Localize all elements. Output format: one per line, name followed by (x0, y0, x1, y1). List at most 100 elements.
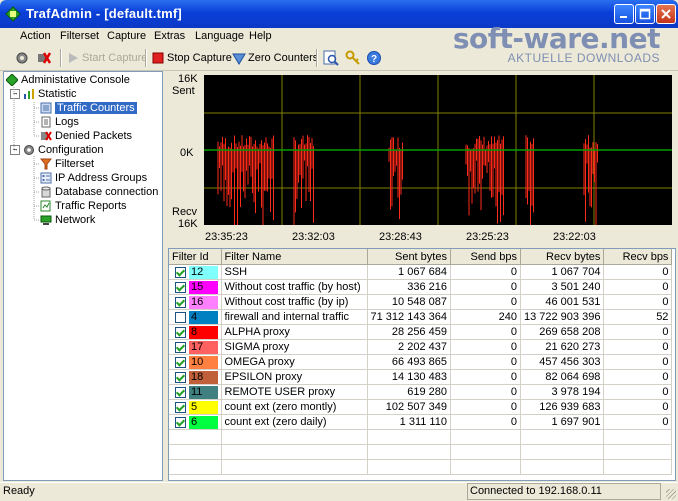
empty-row (169, 459, 673, 475)
console-tree: Administative Console − Statistic Traffi… (3, 71, 163, 481)
maximize-button[interactable] (635, 4, 655, 24)
filter-id: 10 (189, 355, 218, 369)
table-row[interactable]: 15 Without cost traffic (by host) 336 216 0… (169, 279, 673, 295)
recv-bps-cell: 0 (603, 354, 673, 370)
table-row[interactable]: 5 count ext (zero montly) 102 507 349 0 126 … (169, 399, 673, 415)
send-bps-cell: 0 (450, 279, 521, 295)
key-icon (345, 50, 360, 65)
empty-row (169, 444, 673, 460)
zero-counters-button[interactable]: Zero Counters (232, 48, 318, 68)
x-tick: 23:35:23 (205, 231, 248, 243)
send-bps-cell: 0 (450, 414, 521, 430)
table-row[interactable]: 12 SSH 1 067 684 0 1 067 704 0 (169, 264, 673, 280)
help-icon: ? (367, 51, 381, 65)
recv-bps-cell: 0 (603, 264, 673, 280)
table-row[interactable]: 4 firewall and internal traffic 71 312 143… (169, 309, 673, 325)
table-row[interactable]: 17 SIGMA proxy 2 202 437 0 21 620 273 0 (169, 339, 673, 355)
recv-bytes-cell: 13 722 903 396 (520, 309, 605, 325)
table-row[interactable]: 8 ALPHA proxy 28 256 459 0 269 658 208 0 (169, 324, 673, 340)
filter-id-cell: 6 (169, 414, 222, 430)
column-header-recv-bps[interactable]: Recv bps (603, 249, 673, 265)
recv-bps-cell: 0 (603, 369, 673, 385)
close-button[interactable] (656, 4, 676, 24)
stop-capture-button[interactable]: Stop Capture (151, 48, 232, 68)
sent-bytes-cell: 102 507 349 (367, 399, 451, 415)
recv-bytes-cell: 1 697 901 (520, 414, 605, 430)
help-button[interactable]: ? (366, 48, 382, 68)
x-tick: 23:22:03 (553, 231, 596, 243)
filter-table-panel: Filter Id Filter Name Sent bytes Send bp… (168, 248, 676, 481)
enable-checkbox[interactable] (175, 326, 186, 338)
report-search-icon (323, 50, 339, 66)
start-capture-button[interactable]: Start Capture (66, 48, 147, 68)
enable-checkbox[interactable] (175, 401, 186, 413)
filter-name-cell: REMOTE USER proxy (221, 384, 368, 400)
settings-button[interactable] (14, 48, 30, 68)
filter-name-cell: SSH (221, 264, 368, 280)
enable-checkbox[interactable] (175, 341, 186, 353)
recv-bytes-cell: 21 620 273 (520, 339, 605, 355)
recv-bytes-cell: 46 001 531 (520, 294, 605, 310)
table-row[interactable]: 10 OMEGA proxy 66 493 865 0 457 456 303 0 (169, 354, 673, 370)
table-header-row: Filter Id Filter Name Sent bytes Send bp… (169, 249, 673, 265)
enable-checkbox[interactable] (175, 311, 186, 323)
minimize-icon (620, 16, 627, 18)
play-icon (69, 53, 78, 63)
column-header-send-bps[interactable]: Send bps (450, 249, 521, 265)
menu-extras[interactable]: Extras (154, 30, 185, 42)
column-header-filter-name[interactable]: Filter Name (221, 249, 368, 265)
recv-bps-cell: 0 (603, 384, 673, 400)
filter-id: 11 (189, 385, 218, 399)
menu-language[interactable]: Language (195, 30, 244, 42)
sent-bytes-cell: 2 202 437 (367, 339, 451, 355)
recv-bps-cell: 0 (603, 294, 673, 310)
menu-help[interactable]: Help (249, 30, 272, 42)
menu-capture[interactable]: Capture (107, 30, 146, 42)
table-row[interactable]: 16 Without cost traffic (by ip) 10 548 087… (169, 294, 673, 310)
filter-name-cell: SIGMA proxy (221, 339, 368, 355)
table-row[interactable]: 18 EPSILON proxy 14 130 483 0 82 064 698 0 (169, 369, 673, 385)
svg-text:?: ? (371, 54, 377, 65)
filter-name-cell: Without cost traffic (by host) (221, 279, 368, 295)
resize-grip[interactable] (666, 489, 676, 499)
enable-checkbox[interactable] (175, 371, 186, 383)
enable-checkbox[interactable] (175, 296, 186, 308)
column-header-filter-id[interactable]: Filter Id (169, 249, 222, 265)
y-top-value: 16K (178, 73, 198, 85)
filter-id-cell: 18 (169, 369, 222, 385)
menu-filterset[interactable]: Filterset (60, 30, 99, 42)
recv-bps-cell: 0 (603, 339, 673, 355)
recv-bytes-cell: 3 978 194 (520, 384, 605, 400)
filter-name-cell: OMEGA proxy (221, 354, 368, 370)
enable-checkbox[interactable] (175, 281, 186, 293)
filter-name-cell: firewall and internal traffic (221, 309, 368, 325)
filter-id: 5 (189, 400, 218, 414)
column-header-sent-bytes[interactable]: Sent bytes (367, 249, 451, 265)
menu-action[interactable]: Action (20, 30, 51, 42)
report-button[interactable] (323, 48, 339, 68)
filter-id-cell: 10 (169, 354, 222, 370)
table-row[interactable]: 6 count ext (zero daily) 1 311 110 0 1 697 9… (169, 414, 673, 430)
traffic-chart: 16K Sent 0K Recv 16K 23:35:23 23:32:03 2… (168, 71, 676, 247)
filter-name-cell: count ext (zero montly) (221, 399, 368, 415)
enable-checkbox[interactable] (175, 416, 186, 428)
key-button[interactable] (345, 48, 361, 68)
enable-checkbox[interactable] (175, 356, 186, 368)
column-header-recv-bytes[interactable]: Recv bytes (520, 249, 605, 265)
empty-row (169, 429, 673, 445)
toolbar-separator (316, 49, 318, 67)
filter-id-cell: 4 (169, 309, 222, 325)
watermark: soft-ware.net AKTUELLE DOWNLOADS (453, 22, 661, 65)
filter-name-cell: count ext (zero daily) (221, 414, 368, 430)
minimize-button[interactable] (614, 4, 634, 24)
enable-checkbox[interactable] (175, 266, 186, 278)
start-capture-label: Start Capture (82, 52, 148, 64)
send-bps-cell: 0 (450, 399, 521, 415)
filter-id: 6 (189, 415, 218, 429)
disconnect-button[interactable] (36, 48, 52, 68)
table-row[interactable]: 11 REMOTE USER proxy 619 280 0 3 978 194 0 (169, 384, 673, 400)
status-text: Ready (3, 485, 35, 497)
maximize-icon (639, 8, 651, 20)
enable-checkbox[interactable] (175, 386, 186, 398)
filter-id: 16 (189, 295, 218, 309)
